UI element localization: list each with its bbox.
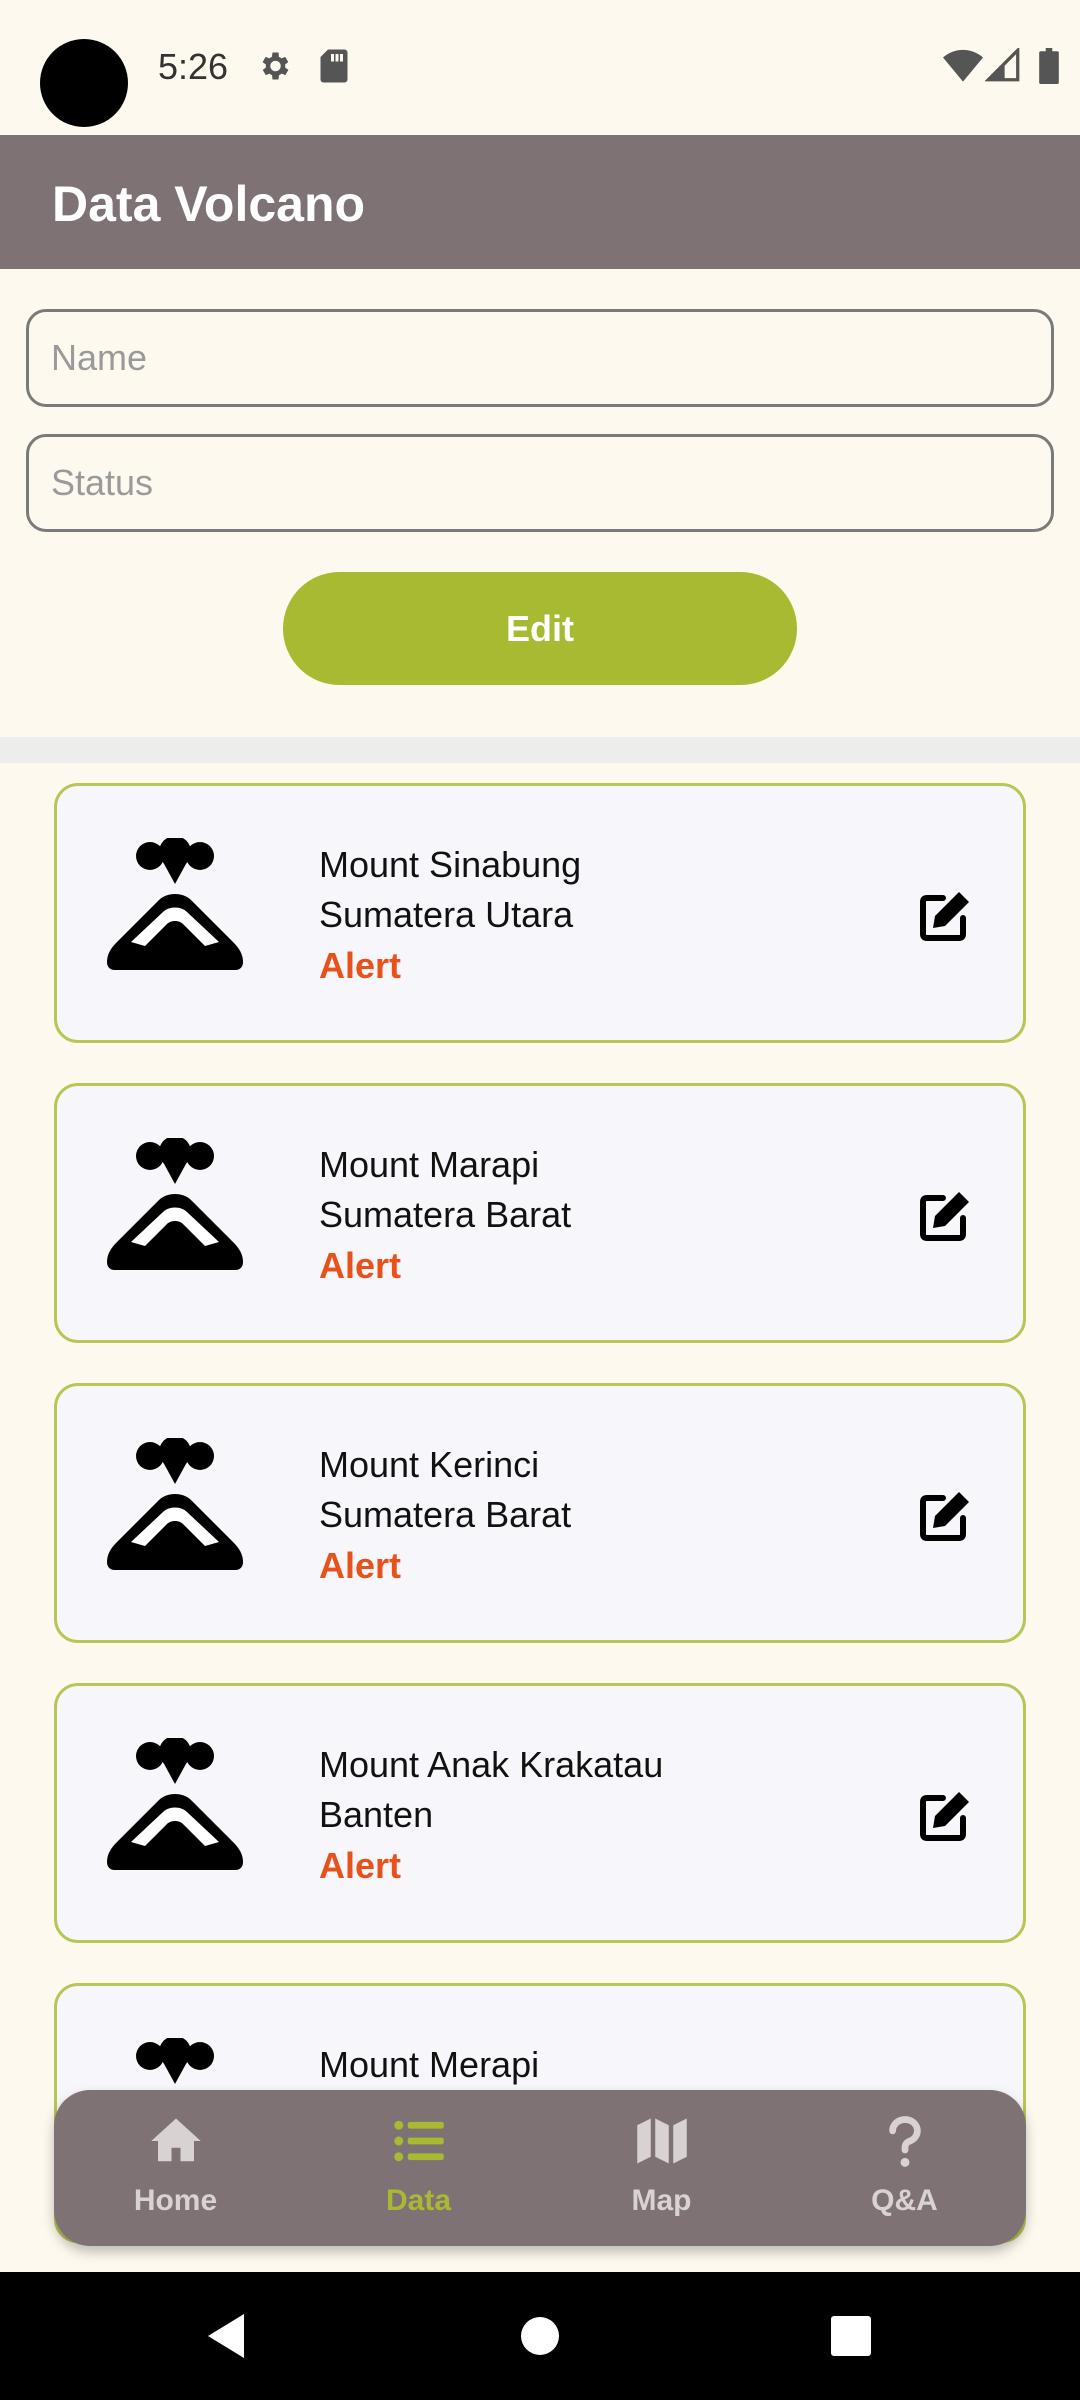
nav-label: Data — [385, 2184, 452, 2217]
edit-button[interactable]: Edit — [283, 572, 797, 685]
volcano-status: Alert — [319, 1845, 402, 1886]
list-icon — [394, 2120, 444, 2162]
home-circle-icon[interactable] — [520, 2312, 560, 2360]
volcano-card[interactable]: Mount Sinabung Sumatera Utara Alert — [54, 783, 1026, 1043]
volcano-icon — [107, 1438, 243, 1570]
volcano-icon — [107, 1138, 243, 1270]
sd-card-icon — [320, 49, 348, 83]
wifi-icon — [943, 49, 983, 82]
volcano-card[interactable]: Mount Anak Krakatau Banten Alert — [54, 1683, 1026, 1943]
map-icon — [637, 2118, 687, 2164]
nav-home[interactable]: Home — [54, 2090, 297, 2246]
name-input[interactable] — [26, 309, 1054, 407]
signal-icon — [985, 48, 1020, 82]
volcano-name: Mount Merapi — [319, 2044, 540, 2085]
status-time: 5:26 — [158, 46, 229, 87]
volcano-location: Sumatera Barat — [319, 1194, 572, 1235]
nav-label: Map — [631, 2184, 692, 2217]
back-icon[interactable] — [204, 2312, 248, 2360]
volcano-status: Alert — [319, 945, 402, 986]
app-bar: Data Volcano — [0, 135, 1080, 269]
nav-label: Home — [133, 2184, 218, 2217]
nav-qa[interactable]: Q&A — [783, 2090, 1026, 2246]
volcano-name: Mount Marapi — [319, 1144, 540, 1185]
volcano-status: Alert — [319, 1245, 402, 1286]
status-input[interactable] — [26, 434, 1054, 532]
page-title: Data Volcano — [52, 176, 366, 232]
settings-icon — [262, 52, 289, 80]
edit-icon[interactable] — [917, 1788, 973, 1844]
divider — [0, 737, 1080, 763]
camera-cutout — [40, 39, 128, 127]
nav-label: Q&A — [871, 2184, 938, 2217]
edit-icon[interactable] — [917, 1488, 973, 1544]
volcano-icon — [107, 838, 243, 970]
screen: 5:26 Data Volcano Edit — [0, 0, 1080, 2400]
volcano-icon — [107, 1738, 243, 1870]
volcano-list[interactable]: Mount Sinabung Sumatera Utara Alert Moun… — [0, 763, 1080, 2273]
volcano-name: Mount Kerinci — [319, 1444, 540, 1485]
edit-icon[interactable] — [917, 888, 973, 944]
volcano-card[interactable]: Mount Marapi Sumatera Barat Alert — [54, 1083, 1026, 1343]
edit-icon[interactable] — [917, 1188, 973, 1244]
volcano-name: Mount Anak Krakatau — [319, 1744, 664, 1785]
nav-data[interactable]: Data — [297, 2090, 540, 2246]
question-icon — [889, 2116, 921, 2167]
volcano-status: Alert — [319, 1545, 402, 1586]
nav-map[interactable]: Map — [540, 2090, 783, 2246]
battery-icon — [1039, 48, 1059, 84]
volcano-card[interactable]: Mount Kerinci Sumatera Barat Alert — [54, 1383, 1026, 1643]
recents-icon[interactable] — [830, 2312, 872, 2360]
volcano-location: Sumatera Utara — [319, 894, 574, 935]
system-nav-bar — [0, 2272, 1080, 2400]
volcano-name: Mount Sinabung — [319, 844, 582, 885]
home-icon — [151, 2118, 201, 2162]
volcano-location: Banten — [319, 1794, 434, 1835]
bottom-nav: Home Data Map Q&A — [54, 2090, 1026, 2246]
status-bar: 5:26 — [0, 0, 1080, 135]
volcano-location: Sumatera Barat — [319, 1494, 572, 1535]
